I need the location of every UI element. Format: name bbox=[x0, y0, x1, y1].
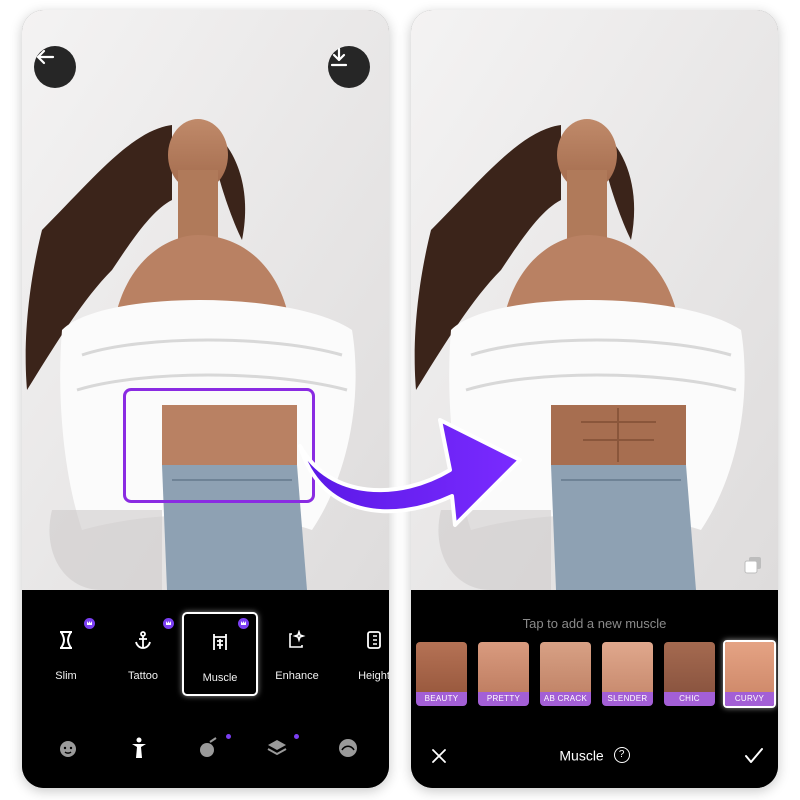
panel-title-text: Muscle bbox=[559, 747, 604, 764]
preset-thumbnail bbox=[540, 642, 591, 692]
tool-height[interactable]: Height bbox=[336, 612, 389, 696]
tool-label: Height bbox=[358, 670, 389, 682]
preset-pretty[interactable]: PRETTY bbox=[478, 642, 529, 706]
anchor-icon bbox=[135, 631, 151, 649]
preset-label: CHIC bbox=[664, 692, 715, 706]
premium-crown-icon bbox=[238, 618, 249, 629]
preset-thumbnail bbox=[725, 642, 774, 694]
tool-label: Slim bbox=[55, 670, 77, 682]
belly-highlight-box bbox=[123, 388, 315, 503]
preset-thumbnail bbox=[602, 642, 653, 692]
waist-icon bbox=[60, 631, 72, 649]
back-button[interactable] bbox=[34, 46, 76, 88]
download-button[interactable] bbox=[328, 46, 370, 88]
photo-before bbox=[22, 10, 389, 590]
panel-title: Muscle ? bbox=[411, 746, 778, 764]
ruler-icon bbox=[367, 631, 381, 649]
body-icon[interactable] bbox=[127, 736, 151, 760]
magic-icon[interactable] bbox=[196, 736, 220, 760]
compare-icon[interactable] bbox=[744, 556, 762, 574]
premium-crown-icon bbox=[163, 618, 174, 629]
tool-slim[interactable]: Slim bbox=[28, 612, 104, 696]
preset-thumbnail bbox=[664, 642, 715, 692]
preset-label: CURVY bbox=[725, 692, 774, 706]
premium-crown-icon bbox=[84, 618, 95, 629]
face-icon[interactable] bbox=[56, 736, 80, 760]
tool-tattoo[interactable]: Tattoo bbox=[105, 612, 181, 696]
layers-icon[interactable] bbox=[265, 736, 289, 760]
before-screen: Slim Tattoo Muscle Enhance Height bbox=[22, 10, 389, 788]
tool-enhance[interactable]: Enhance bbox=[259, 612, 335, 696]
after-screen: Tap to add a new muscle BEAUTY PRETTY AB… bbox=[411, 10, 778, 788]
tool-label: Muscle bbox=[202, 672, 238, 684]
enhance-icon bbox=[289, 630, 306, 648]
preset-label: SLENDER bbox=[602, 692, 653, 706]
preset-label: PRETTY bbox=[478, 692, 529, 706]
preset-thumbnail bbox=[416, 642, 467, 692]
woman-photo bbox=[22, 10, 389, 590]
preset-slender[interactable]: SLENDER bbox=[602, 642, 653, 706]
tool-label: Enhance bbox=[275, 670, 319, 682]
tool-panel: Slim Tattoo Muscle Enhance Height bbox=[22, 590, 389, 788]
woman-photo-edited bbox=[411, 10, 778, 590]
muscle-preset-panel: Tap to add a new muscle BEAUTY PRETTY AB… bbox=[411, 590, 778, 788]
preset-thumbnail bbox=[478, 642, 529, 692]
preset-label: AB CRACK bbox=[540, 692, 591, 706]
notification-dot bbox=[294, 734, 299, 739]
muscle-icon bbox=[213, 634, 227, 650]
tool-label: Tattoo bbox=[128, 670, 158, 682]
notification-dot bbox=[226, 734, 231, 739]
tool-muscle[interactable]: Muscle bbox=[182, 612, 258, 696]
arrow-left-icon bbox=[36, 49, 55, 65]
preset-chic[interactable]: CHIC bbox=[664, 642, 715, 706]
preset-curvy[interactable]: CURVY bbox=[723, 640, 776, 708]
help-icon[interactable]: ? bbox=[613, 747, 630, 764]
check-icon[interactable] bbox=[744, 747, 764, 765]
preset-label: BEAUTY bbox=[416, 692, 467, 706]
hint-text: Tap to add a new muscle bbox=[522, 616, 667, 631]
preset-beauty[interactable]: BEAUTY bbox=[416, 642, 467, 706]
preset-ab-crack[interactable]: AB CRACK bbox=[540, 642, 591, 706]
sticker-icon[interactable] bbox=[336, 736, 360, 760]
download-icon bbox=[330, 47, 348, 67]
photo-after bbox=[411, 10, 778, 590]
